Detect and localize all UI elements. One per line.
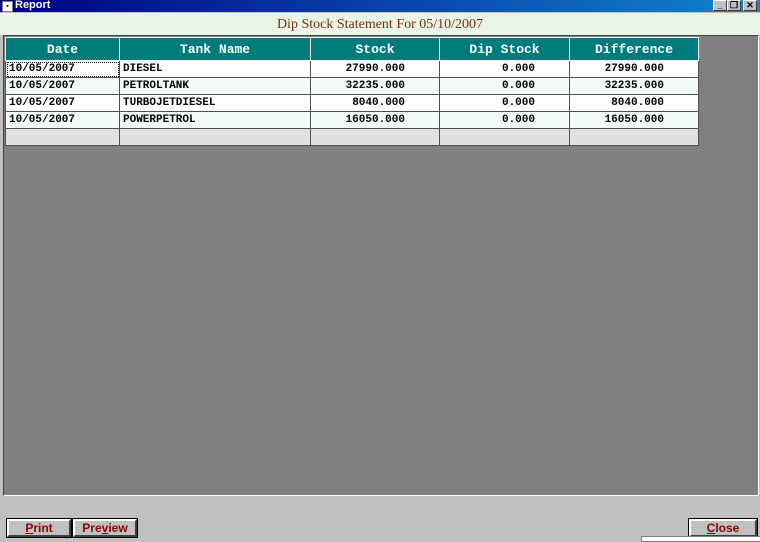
footer-bar: Print Preview Close xyxy=(0,497,760,540)
close-button[interactable]: Close xyxy=(688,518,758,538)
table-row[interactable]: 10/05/2007 DIESEL 27990.000 0.000 27990.… xyxy=(5,60,699,78)
cell-date[interactable]: 10/05/2007 xyxy=(5,77,120,95)
cell-stock[interactable]: 16050.000 xyxy=(310,111,440,129)
column-header-stock[interactable]: Stock xyxy=(310,37,440,61)
cell-date[interactable]: 10/05/2007 xyxy=(5,60,120,78)
cell-difference[interactable]: 16050.000 xyxy=(569,111,699,129)
cell-tank-name[interactable]: PETROLTANK xyxy=(119,77,311,95)
empty-cell[interactable] xyxy=(569,128,699,146)
restore-button[interactable]: ❐ xyxy=(727,0,741,11)
cell-difference[interactable]: 32235.000 xyxy=(569,77,699,95)
table-row[interactable]: 10/05/2007 PETROLTANK 32235.000 0.000 32… xyxy=(5,77,699,95)
column-header-tank-name[interactable]: Tank Name xyxy=(119,37,311,61)
report-window-icon[interactable]: ▪ xyxy=(2,1,13,12)
print-label-rest: rint xyxy=(33,521,53,535)
table-new-row[interactable] xyxy=(5,128,699,146)
preview-label-start: Pre xyxy=(82,521,102,535)
report-heading: Dip Stock Statement For 05/10/2007 xyxy=(0,13,760,35)
cell-dip-stock[interactable]: 0.000 xyxy=(439,60,570,78)
cell-stock[interactable]: 8040.000 xyxy=(310,94,440,112)
preview-label-rest: iew xyxy=(108,521,128,535)
minimize-button[interactable]: _ xyxy=(713,0,727,11)
dip-stock-table[interactable]: Date Tank Name Stock Dip Stock Differenc… xyxy=(5,37,699,146)
cell-difference[interactable]: 27990.000 xyxy=(569,60,699,78)
column-header-difference[interactable]: Difference xyxy=(569,37,699,61)
close-window-button[interactable]: ✕ xyxy=(743,0,757,11)
table-row[interactable]: 10/05/2007 POWERPETROL 16050.000 0.000 1… xyxy=(5,111,699,129)
column-header-date[interactable]: Date xyxy=(5,37,120,61)
cell-dip-stock[interactable]: 0.000 xyxy=(439,111,570,129)
table-row[interactable]: 10/05/2007 TURBOJETDIESEL 8040.000 0.000… xyxy=(5,94,699,112)
title-bar[interactable]: ▪ Report _ ❐ ✕ xyxy=(0,0,760,12)
empty-cell[interactable] xyxy=(119,128,311,146)
cell-date[interactable]: 10/05/2007 xyxy=(5,94,120,112)
close-label-rest: lose xyxy=(715,521,740,535)
cell-dip-stock[interactable]: 0.000 xyxy=(439,77,570,95)
cell-tank-name[interactable]: POWERPETROL xyxy=(119,111,311,129)
column-header-dip-stock[interactable]: Dip Stock xyxy=(439,37,570,61)
cell-stock[interactable]: 32235.000 xyxy=(310,77,440,95)
table-header-row: Date Tank Name Stock Dip Stock Differenc… xyxy=(5,37,699,61)
cell-difference[interactable]: 8040.000 xyxy=(569,94,699,112)
cell-stock[interactable]: 27990.000 xyxy=(310,60,440,78)
cell-date[interactable]: 10/05/2007 xyxy=(5,111,120,129)
print-button[interactable]: Print xyxy=(6,518,72,538)
cell-tank-name[interactable]: TURBOJETDIESEL xyxy=(119,94,311,112)
report-grid-area[interactable]: Date Tank Name Stock Dip Stock Differenc… xyxy=(3,35,759,496)
window-title: Report xyxy=(15,0,51,11)
empty-cell[interactable] xyxy=(5,128,120,146)
cell-dip-stock[interactable]: 0.000 xyxy=(439,94,570,112)
empty-cell[interactable] xyxy=(439,128,570,146)
preview-button[interactable]: Preview xyxy=(72,518,138,538)
status-panel xyxy=(641,536,760,542)
empty-cell[interactable] xyxy=(310,128,440,146)
cell-tank-name[interactable]: DIESEL xyxy=(119,60,311,78)
